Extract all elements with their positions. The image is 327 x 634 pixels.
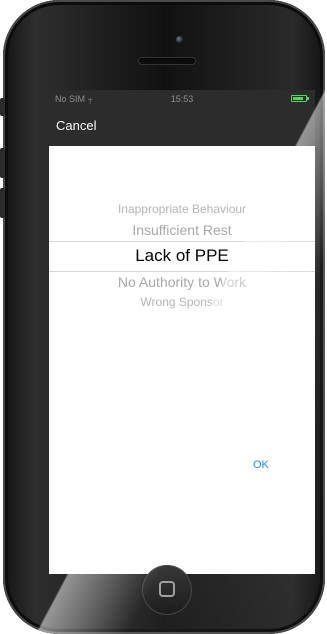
speaker-grille-icon [139,58,195,64]
phone-frame: No SIM ⨥ 15:53 Cancel Inappropriate Beha… [3,0,325,634]
picker-item-selected[interactable]: Lack of PPE [49,246,315,266]
picker-item[interactable]: No Authority to Work [49,274,315,290]
battery-level-fill [293,97,303,100]
picker-item[interactable]: Insufficient Rest [49,222,315,238]
home-square-icon [159,581,175,597]
camera-icon [176,36,183,43]
battery-icon [291,95,309,102]
cancel-button[interactable]: Cancel [56,118,96,133]
picker-item[interactable]: Wrong Sponsor [49,295,315,309]
selection-divider-top [49,241,315,242]
ok-button[interactable]: OK [253,459,269,471]
volume-down-button [0,188,5,218]
selection-divider-bottom [49,271,315,272]
volume-up-button [0,148,5,178]
status-time: 15:53 [170,94,194,104]
mute-switch [0,98,5,116]
home-button[interactable] [142,565,192,615]
app-screen: No SIM ⨥ 15:53 Cancel Inappropriate Beha… [49,90,315,574]
picker-item[interactable]: Inappropriate Behaviour [49,202,315,216]
picker-toolbar: Cancel [49,108,315,146]
status-bar: No SIM ⨥ 15:53 [49,90,315,108]
